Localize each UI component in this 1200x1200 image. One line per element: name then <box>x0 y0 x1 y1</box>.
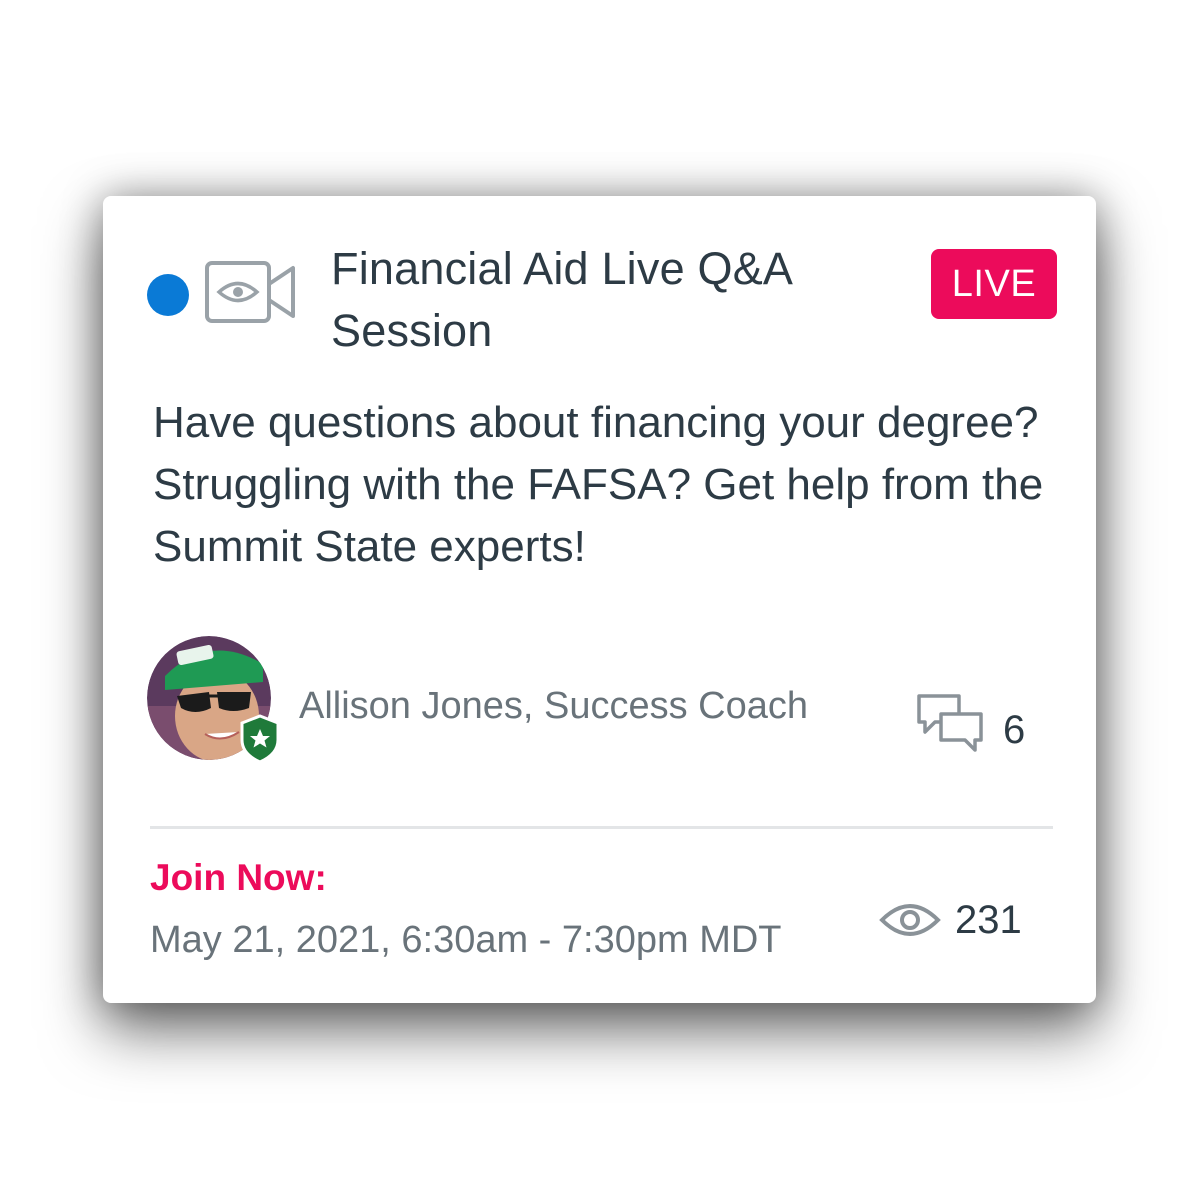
comments-count: 6 <box>1003 708 1026 752</box>
video-eye-icon <box>205 261 295 323</box>
event-date-range: May 21, 2021, 6:30am - 7:30pm MDT <box>150 919 782 961</box>
unread-indicator <box>147 274 189 316</box>
author-name[interactable]: Allison Jones, Success Coach <box>299 682 808 730</box>
join-now-link[interactable]: Join Now: <box>150 854 327 902</box>
eye-icon <box>879 904 941 936</box>
comments-icon[interactable] <box>915 692 985 758</box>
divider <box>150 826 1053 829</box>
author-avatar-group[interactable] <box>147 636 283 766</box>
star-shield-icon <box>240 714 280 764</box>
event-card[interactable]: Financial Aid Live Q&A Session LIVE Have… <box>103 196 1096 1003</box>
event-description: Have questions about financing your degr… <box>153 398 1044 571</box>
views-count: 231 <box>955 898 1022 942</box>
live-status-badge: LIVE <box>931 249 1057 319</box>
event-title[interactable]: Financial Aid Live Q&A Session <box>331 238 891 362</box>
